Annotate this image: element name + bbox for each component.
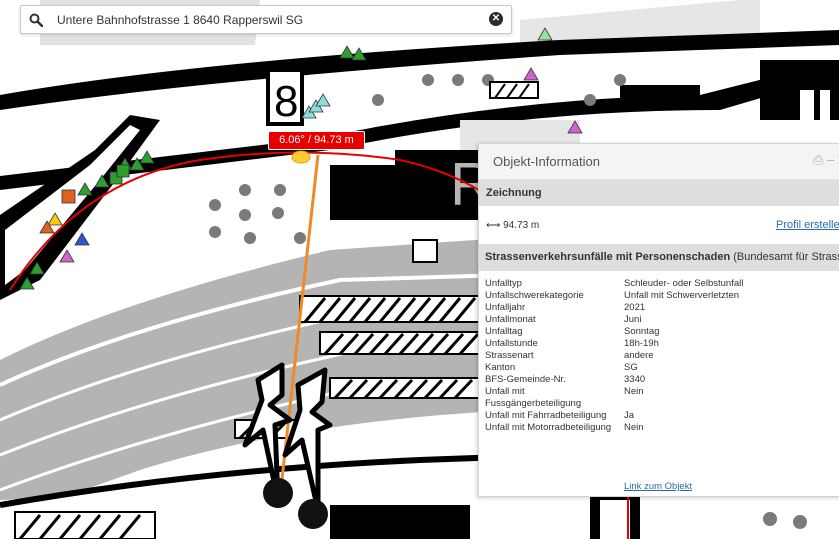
search-input[interactable] bbox=[57, 10, 477, 29]
measurement-label: 6.06° / 94.73 m bbox=[268, 131, 365, 150]
panel-header: Objekt-Information ⎙ – ✕ bbox=[479, 144, 839, 180]
attribute-key: Unfalljahr bbox=[485, 302, 526, 313]
attribute-value: Sonntag bbox=[624, 326, 660, 337]
search-bar: ✕ bbox=[20, 5, 512, 34]
attribute-key: BFS-Gemeinde-Nr. bbox=[485, 374, 566, 385]
object-link[interactable]: Link zum Objekt bbox=[624, 481, 692, 492]
attribute-value: Juni bbox=[624, 314, 642, 325]
attribute-key: Unfallstunde bbox=[485, 338, 538, 349]
layer-source: (Bundesamt für Strassen ASTRA) bbox=[733, 251, 839, 263]
attribute-key: Unfallschwerekategorie bbox=[485, 290, 584, 301]
attribute-value: SG bbox=[624, 362, 638, 373]
layer-header: Strassenverkehrsunfälle mit Personenscha… bbox=[479, 244, 839, 271]
attribute-key: Strassenart bbox=[485, 350, 534, 361]
panel-window-controls[interactable]: ⎙ – ✕ bbox=[813, 152, 839, 168]
object-info-panel: Objekt-Information ⎙ – ✕ Zeichnung ⟷ 94.… bbox=[478, 143, 839, 497]
platform-number: 8 bbox=[274, 77, 298, 126]
attribute-key: Unfalltag bbox=[485, 326, 523, 337]
attribute-value: Ja bbox=[624, 410, 635, 421]
layer-title: Strassenverkehrsunfälle mit Personenscha… bbox=[485, 251, 731, 263]
attribute-key: Unfall mit Fahrradbeteiligung bbox=[485, 410, 607, 421]
attribute-key: Unfallmonat bbox=[485, 314, 536, 325]
attribute-value: 18h-19h bbox=[624, 338, 659, 349]
distance-text: 94.73 m bbox=[503, 220, 540, 231]
profile-link[interactable]: Profil erstellen bbox=[776, 219, 839, 231]
distance-row: ⟷ 94.73 m Profil erstellen bbox=[479, 206, 839, 244]
arrows-horizontal-icon: ⟷ bbox=[486, 220, 501, 231]
search-icon[interactable] bbox=[21, 6, 51, 33]
attribute-value: Nein bbox=[624, 386, 644, 397]
attribute-value: 2021 bbox=[624, 302, 646, 313]
section-title: Zeichnung bbox=[486, 187, 542, 199]
attribute-value: Unfall mit Schwerverletzten bbox=[624, 290, 740, 301]
panel-title: Objekt-Information bbox=[493, 154, 600, 169]
section-drawing: Zeichnung bbox=[479, 180, 839, 206]
attribute-key: Unfalltyp bbox=[485, 278, 522, 289]
attribute-value: 3340 bbox=[624, 374, 646, 385]
attribute-key: Unfall mit Fussgängerbeteiligung bbox=[485, 386, 582, 409]
attribute-value: Nein bbox=[624, 422, 644, 433]
attribute-value: Schleuder- oder Selbstunfall bbox=[624, 278, 744, 289]
attribute-key: Unfall mit Motorradbeteiligung bbox=[485, 422, 612, 433]
layer-name: Strassenverkehrsunfälle mit Personenscha… bbox=[485, 251, 839, 263]
distance-value: ⟷ 94.73 m bbox=[486, 220, 539, 231]
clear-icon[interactable]: ✕ bbox=[489, 12, 503, 26]
attribute-value: andere bbox=[624, 350, 654, 361]
attribute-key: Kanton bbox=[485, 362, 516, 373]
